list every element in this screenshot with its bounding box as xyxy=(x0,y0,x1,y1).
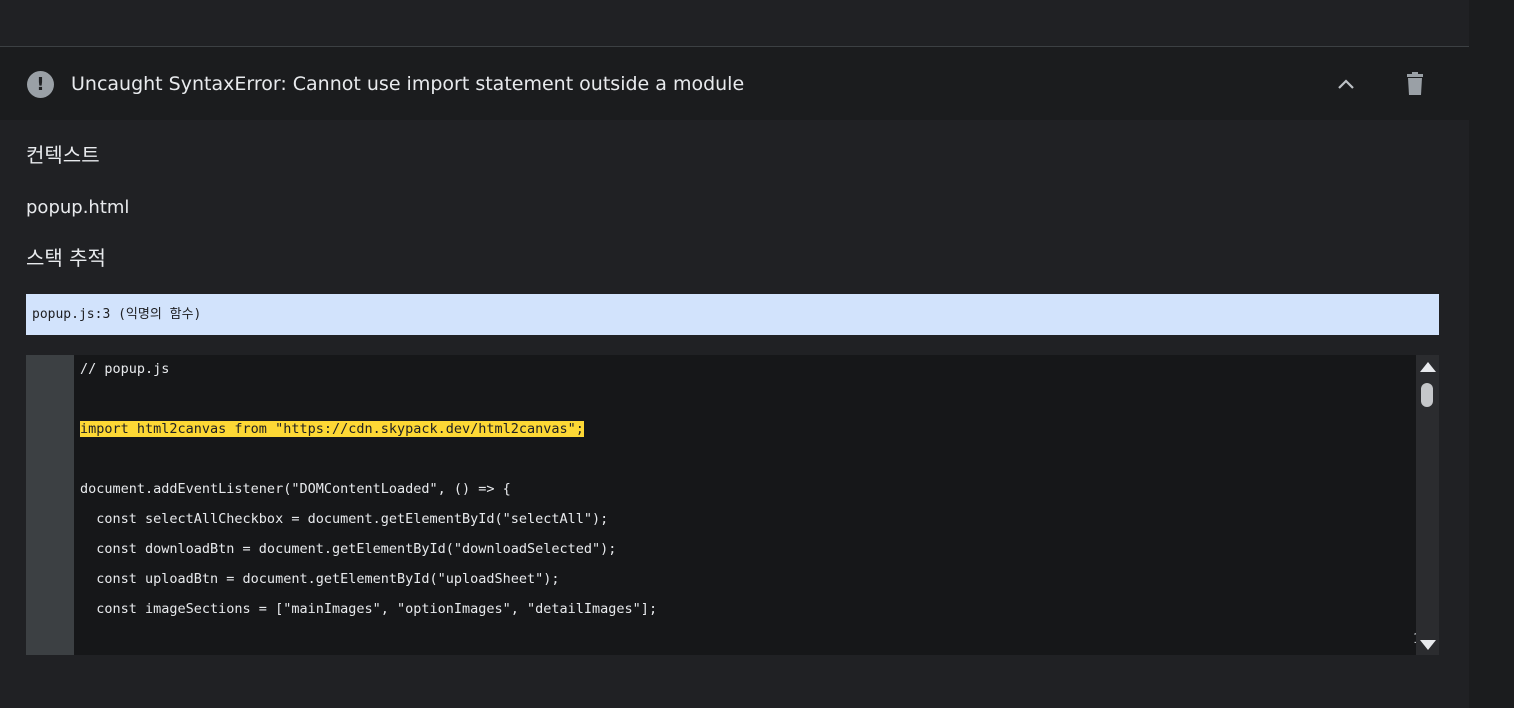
code-line: const imageSections = ["mainImages", "op… xyxy=(80,601,657,617)
scroll-down-arrow-icon[interactable] xyxy=(1420,640,1436,650)
trash-icon xyxy=(1407,72,1423,95)
code-line: // popup.js xyxy=(80,361,169,377)
code-line: const selectAllCheckbox = document.getEl… xyxy=(80,511,608,527)
delete-button[interactable] xyxy=(1402,70,1428,98)
source-code-viewer[interactable]: 1 // popup.js 2 3 import html2canvas fro… xyxy=(26,355,1439,655)
code-text: const imageSections = ["mainImages", "op… xyxy=(80,601,658,617)
code-text: document.addEventListener("DOMContentLoa… xyxy=(80,481,511,497)
code-line: const downloadBtn = document.getElementB… xyxy=(80,541,616,557)
code-text: const uploadBtn = document.getElementByI… xyxy=(80,571,560,587)
top-strip xyxy=(0,0,1469,47)
context-heading: 컨텍스트 xyxy=(26,143,100,167)
code-text: // popup.js xyxy=(80,361,170,377)
scroll-up-arrow-icon[interactable] xyxy=(1420,362,1436,372)
chevron-up-icon xyxy=(1338,79,1354,89)
extension-error-page: ! Uncaught SyntaxError: Cannot use impor… xyxy=(0,0,1514,708)
collapse-button[interactable] xyxy=(1333,70,1359,98)
highlighted-code-line: import html2canvas from "https://cdn.sky… xyxy=(80,421,584,437)
line-number-gutter xyxy=(26,355,74,655)
stack-trace-heading: 스택 추적 xyxy=(26,246,106,270)
code-line: document.addEventListener("DOMContentLoa… xyxy=(80,481,511,497)
code-text: const downloadBtn = document.getElementB… xyxy=(80,541,617,557)
exclamation-circle-icon: ! xyxy=(27,71,54,98)
code-text: import html2canvas from "https://cdn.sky… xyxy=(80,421,584,437)
code-text: const selectAllCheckbox = document.getEl… xyxy=(80,511,609,527)
stack-frame-item[interactable]: popup.js:3 (익명의 함수) xyxy=(26,294,1439,335)
right-gutter xyxy=(1469,0,1514,708)
context-value: popup.html xyxy=(26,197,130,218)
error-message: Uncaught SyntaxError: Cannot use import … xyxy=(71,73,745,95)
code-line: const uploadBtn = document.getElementByI… xyxy=(80,571,560,587)
vertical-scrollbar[interactable] xyxy=(1416,355,1439,655)
scrollbar-thumb[interactable] xyxy=(1421,383,1433,407)
